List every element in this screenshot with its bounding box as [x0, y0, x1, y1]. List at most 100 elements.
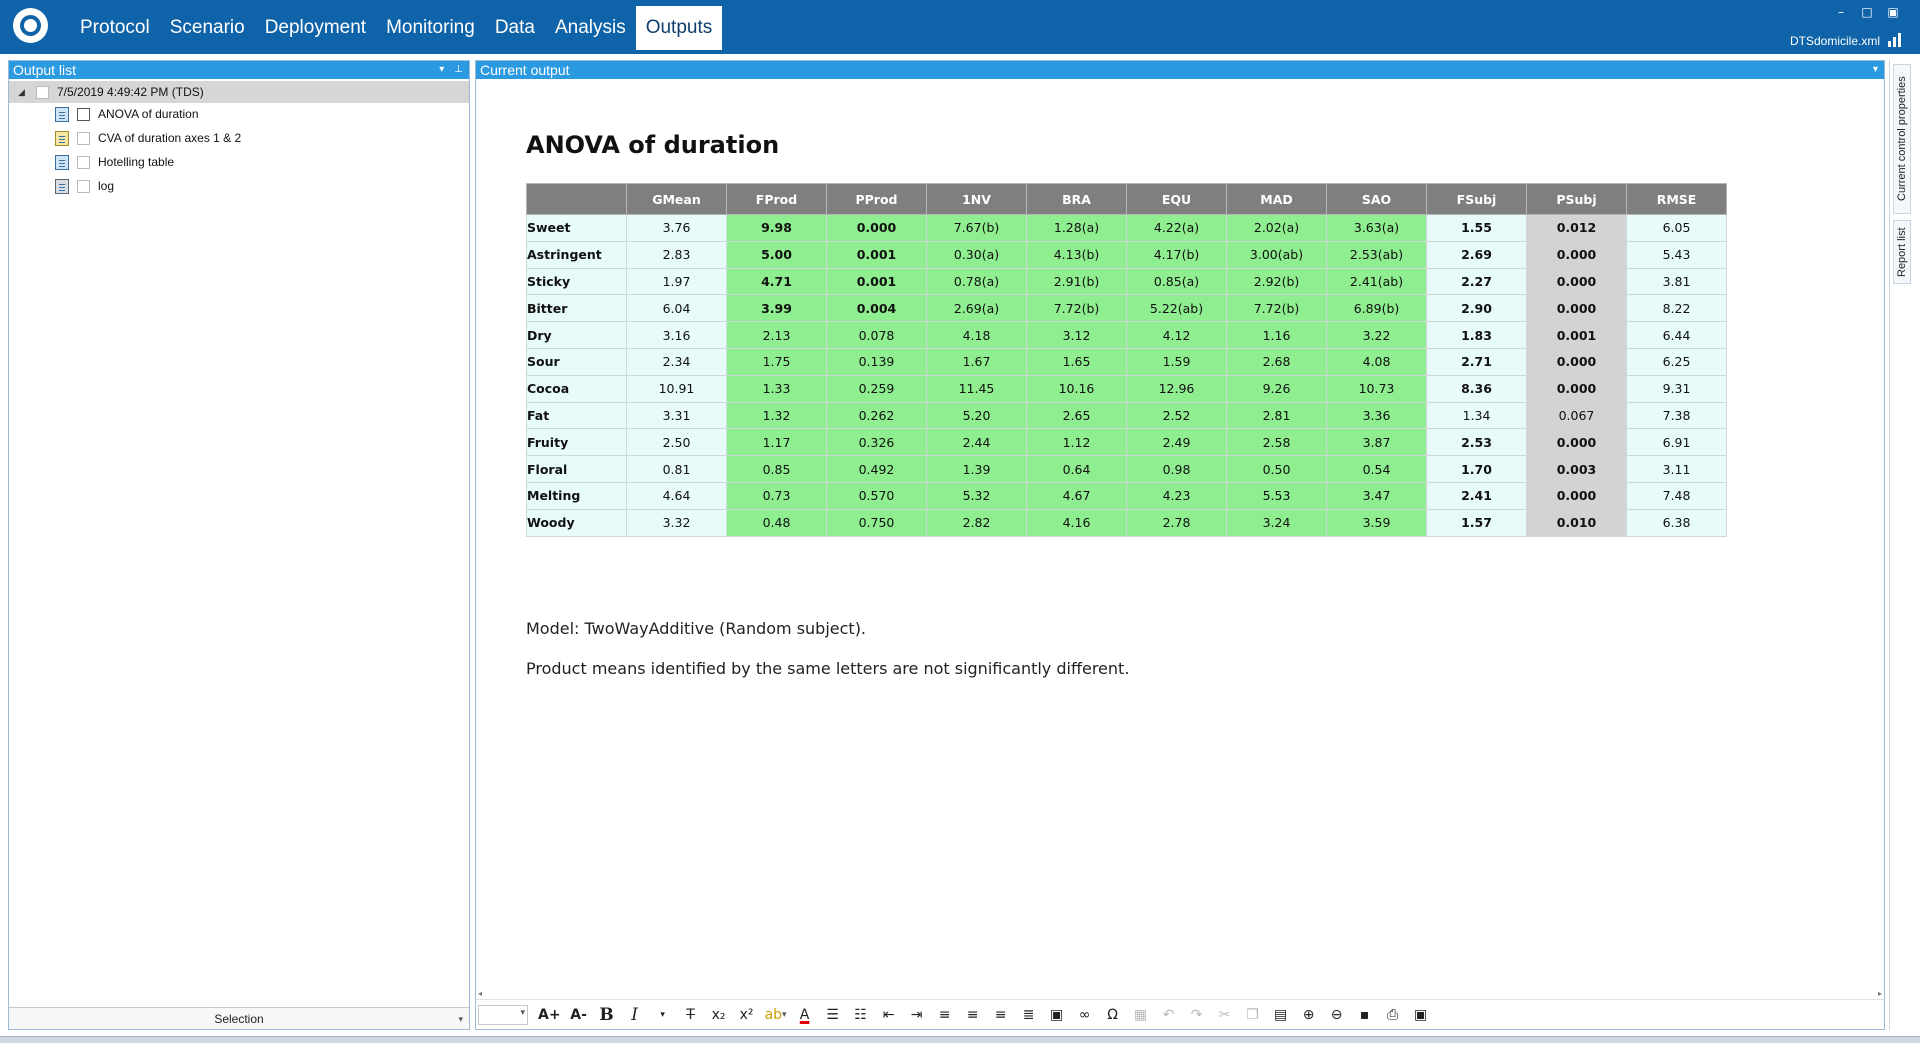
table-cell: 6.25	[1626, 347, 1727, 376]
scroll-left-icon[interactable]: ◂	[478, 989, 482, 998]
bold-button[interactable]: B	[595, 1004, 619, 1026]
table-cell: 0.85(a)	[1126, 267, 1227, 296]
app-logo-icon[interactable]	[13, 8, 48, 43]
export-image-icon[interactable]: ▣	[1409, 1004, 1433, 1026]
font-size-select[interactable]	[478, 1004, 528, 1025]
table-cell: 4.67	[1026, 481, 1127, 510]
menu-data[interactable]: Data	[485, 6, 545, 50]
bullet-list-icon[interactable]: ☰	[821, 1004, 845, 1026]
table-cell: 3.24	[1226, 508, 1327, 537]
table-cell: 1.70	[1426, 455, 1527, 483]
menu-scenario[interactable]: Scenario	[160, 6, 255, 50]
menu-deployment[interactable]: Deployment	[255, 6, 376, 50]
table-cell: 2.82	[926, 508, 1027, 537]
undo-icon[interactable]: ↶	[1157, 1004, 1181, 1026]
table-cell: 0.000	[1526, 374, 1627, 403]
table-cell: 5.20	[926, 401, 1027, 430]
table-cell: 0.48	[726, 508, 827, 537]
tree-root-item[interactable]: ◢ 7/5/2019 4:49:42 PM (TDS)	[9, 81, 469, 103]
special-char-button[interactable]: Ω	[1101, 1004, 1125, 1026]
table-cell: 0.000	[826, 214, 927, 242]
table-cell: 0.000	[1526, 267, 1627, 296]
panel-menu-icon[interactable]: ▾	[439, 61, 444, 79]
selection-dropdown[interactable]: Selection ▾	[9, 1007, 469, 1029]
row-label: Floral	[526, 455, 627, 483]
pin-icon[interactable]: ⊥	[454, 61, 463, 79]
link-icon[interactable]: ∞	[1073, 1004, 1097, 1026]
underline-dropdown-icon[interactable]: ▾	[651, 1004, 675, 1026]
tree-item-label: CVA of duration axes 1 & 2	[98, 131, 242, 145]
tab-current-control-properties[interactable]: Current control properties	[1893, 64, 1911, 214]
restore-icon[interactable]: □	[1860, 5, 1874, 19]
redo-icon[interactable]: ↷	[1185, 1004, 1209, 1026]
table-cell: 1.75	[726, 347, 827, 376]
model-note: Model: TwoWayAdditive (Random subject).	[526, 619, 867, 638]
table-cell: 3.16	[626, 321, 727, 349]
italic-button[interactable]: I	[623, 1004, 647, 1026]
tree-item[interactable]: ANOVA of duration	[55, 103, 199, 125]
scroll-right-icon[interactable]: ▸	[1878, 989, 1882, 998]
chevron-down-icon[interactable]: ▾	[458, 1008, 463, 1030]
item-checkbox[interactable]	[77, 179, 90, 193]
table-cell: 3.87	[1326, 428, 1427, 457]
table-cell: 0.259	[826, 374, 927, 403]
item-checkbox[interactable]	[77, 155, 90, 169]
table-row: Dry 3.16 2.13 0.078 4.18 3.12 4.12 1.16 3.22 1.83…	[526, 321, 1727, 349]
table-cell: 1.34	[1426, 401, 1527, 430]
menu-monitoring[interactable]: Monitoring	[376, 6, 485, 50]
item-checkbox[interactable]	[77, 131, 90, 145]
table-icon[interactable]: ▦	[1129, 1004, 1153, 1026]
align-left-icon[interactable]: ≡	[933, 1004, 957, 1026]
menu-analysis[interactable]: Analysis	[545, 6, 636, 50]
paste-icon[interactable]: ▤	[1269, 1004, 1293, 1026]
zoom-out-icon[interactable]: ⊖	[1325, 1004, 1349, 1026]
menu-protocol[interactable]: Protocol	[70, 6, 160, 50]
root-checkbox[interactable]	[36, 85, 49, 99]
justify-icon[interactable]: ≣	[1017, 1004, 1041, 1026]
table-cell: 3.63(a)	[1326, 214, 1427, 242]
table-cell: 0.64	[1026, 455, 1127, 483]
item-checkbox[interactable]	[77, 107, 90, 121]
row-label: Woody	[526, 508, 627, 537]
minimize-icon[interactable]: –	[1834, 5, 1848, 19]
side-tab-strip: Current control properties Report list	[1889, 60, 1913, 1030]
grow-font-button[interactable]: A+	[536, 1004, 563, 1026]
table-cell: 0.85	[726, 455, 827, 483]
font-color-button[interactable]: A	[793, 1004, 817, 1026]
tree-item[interactable]: log	[55, 175, 114, 197]
decrease-indent-icon[interactable]: ⇤	[877, 1004, 901, 1026]
copy-icon[interactable]: ❐	[1241, 1004, 1265, 1026]
collapse-triangle-icon[interactable]: ◢	[18, 87, 28, 98]
menu-outputs[interactable]: Outputs	[635, 6, 723, 50]
table-cell: 5.22(ab)	[1126, 294, 1227, 323]
strikethrough-button[interactable]: T	[679, 1004, 703, 1026]
highlight-icon[interactable]: ab ▾	[763, 1004, 789, 1026]
subscript-button[interactable]: x₂	[707, 1004, 731, 1026]
insert-image-icon[interactable]: ▣	[1045, 1004, 1069, 1026]
cut-icon[interactable]: ✂	[1213, 1004, 1237, 1026]
align-right-icon[interactable]: ≡	[989, 1004, 1013, 1026]
table-cell: 2.49	[1126, 428, 1227, 457]
table-cell: 2.53(ab)	[1326, 240, 1427, 269]
tree-item[interactable]: CVA of duration axes 1 & 2	[55, 127, 241, 149]
table-cell: 2.91(b)	[1026, 267, 1127, 296]
zoom-in-icon[interactable]: ⊕	[1297, 1004, 1321, 1026]
tab-report-list[interactable]: Report list	[1893, 220, 1911, 284]
column-header: RMSE	[1626, 183, 1727, 215]
output-document[interactable]: ANOVA of duration GMean FProd PProd 1NV BRA E…	[476, 79, 1884, 989]
shrink-font-button[interactable]: A-	[567, 1004, 591, 1026]
panel-menu-icon[interactable]: ▾	[1873, 61, 1878, 79]
anova-table: GMean FProd PProd 1NV BRA EQU MAD SAO FSubj PSubj…	[526, 183, 1727, 537]
save-icon[interactable]: ▪	[1353, 1004, 1377, 1026]
increase-indent-icon[interactable]: ⇥	[905, 1004, 929, 1026]
numbered-list-icon[interactable]: ☷	[849, 1004, 873, 1026]
tree-item[interactable]: Hotelling table	[55, 151, 174, 173]
bar-chart-icon[interactable]	[1888, 33, 1902, 47]
align-center-icon[interactable]: ≡	[961, 1004, 985, 1026]
maximize-icon[interactable]: ▣	[1886, 5, 1900, 19]
table-cell: 6.05	[1626, 214, 1727, 242]
table-row: Fruity 2.50 1.17 0.326 2.44 1.12 2.49 2.58 3.87 2…	[526, 428, 1727, 457]
superscript-button[interactable]: x²	[735, 1004, 759, 1026]
print-icon[interactable]: ⎙	[1381, 1004, 1405, 1026]
table-cell: 0.001	[826, 240, 927, 269]
